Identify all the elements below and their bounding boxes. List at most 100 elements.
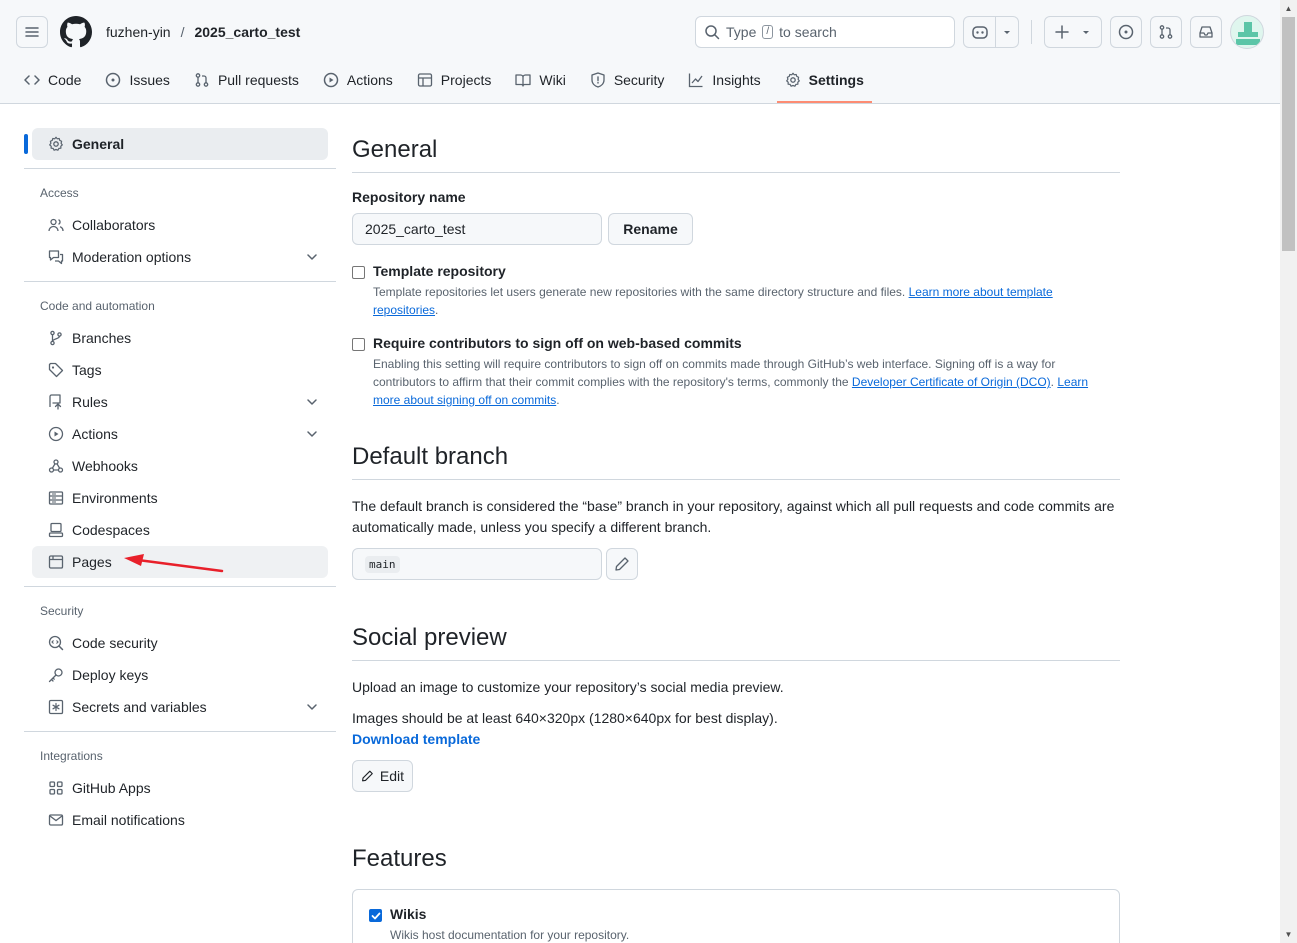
tag-icon bbox=[48, 362, 64, 378]
social-preview-size-note: Images should be at least 640×320px (128… bbox=[352, 710, 778, 726]
menu-button[interactable] bbox=[16, 16, 48, 48]
section-title-social-preview: Social preview bbox=[352, 616, 1120, 661]
sidebar-group-title: Access bbox=[40, 186, 79, 200]
sidebar-item-label: Actions bbox=[72, 426, 118, 442]
search-placeholder-suffix: to search bbox=[779, 24, 837, 40]
sidebar-item-tags[interactable]: Tags bbox=[32, 354, 328, 386]
tab-wiki[interactable]: Wiki bbox=[507, 64, 573, 96]
sidebar-item-label: Webhooks bbox=[72, 458, 138, 474]
repo-link[interactable]: 2025_carto_test bbox=[194, 24, 300, 40]
sidebar-item-collaborators[interactable]: Collaborators bbox=[32, 209, 328, 241]
tab-label: Security bbox=[613, 72, 665, 88]
mail-icon bbox=[48, 814, 64, 826]
signoff-desc-mid: . bbox=[1050, 375, 1054, 389]
copilot-button[interactable] bbox=[963, 16, 1019, 48]
sidebar-item-email-notifications[interactable]: Email notifications bbox=[32, 804, 328, 836]
git-branch-icon bbox=[50, 330, 62, 346]
avatar-icon bbox=[1236, 22, 1260, 45]
owner-link[interactable]: fuzhen-yin bbox=[106, 24, 171, 40]
inbox-icon bbox=[1199, 26, 1213, 38]
webhook-icon bbox=[48, 459, 64, 473]
search-placeholder-prefix: Type bbox=[726, 24, 757, 40]
edit-default-branch-button[interactable] bbox=[606, 548, 638, 580]
default-branch-desc: The default branch is considered the “ba… bbox=[352, 498, 1115, 535]
sidebar-item-label: Collaborators bbox=[72, 217, 156, 233]
code-icon bbox=[24, 75, 40, 85]
search-input[interactable]: Type / to search bbox=[695, 16, 955, 48]
sidebar-item-github-apps[interactable]: GitHub Apps bbox=[32, 772, 328, 804]
avatar[interactable] bbox=[1230, 15, 1264, 49]
sidebar-divider bbox=[24, 281, 336, 282]
scroll-down-arrow-icon[interactable]: ▼ bbox=[1280, 926, 1297, 943]
sidebar-group-title: Integrations bbox=[40, 749, 103, 763]
sidebar-item-deploy-keys[interactable]: Deploy keys bbox=[32, 659, 328, 691]
template-repository-desc: Template repositories let users generate… bbox=[373, 283, 1120, 319]
breadcrumb: fuzhen-yin / 2025_carto_test bbox=[106, 24, 300, 40]
wikis-title: Wikis bbox=[390, 906, 427, 922]
inbox-button[interactable] bbox=[1190, 16, 1222, 48]
sidebar-item-secrets-and-variables[interactable]: Secrets and variables bbox=[32, 691, 328, 723]
sidebar-item-actions[interactable]: Actions bbox=[32, 418, 328, 450]
download-template-link[interactable]: Download template bbox=[352, 729, 1120, 750]
chevron-down-icon bbox=[1083, 31, 1089, 34]
tab-insights[interactable]: Insights bbox=[680, 64, 768, 96]
github-logo-icon[interactable] bbox=[60, 16, 92, 48]
wikis-desc: Wikis host documentation for your reposi… bbox=[390, 928, 630, 942]
scroll-up-arrow-icon[interactable]: ▲ bbox=[1280, 0, 1297, 17]
chevron-down-icon bbox=[307, 254, 317, 260]
sidebar-item-label: Email notifications bbox=[72, 812, 185, 828]
tab-settings[interactable]: Settings bbox=[776, 64, 873, 103]
annotation-arrow bbox=[124, 554, 224, 573]
pencil-icon bbox=[362, 770, 373, 782]
rename-button[interactable]: Rename bbox=[608, 213, 693, 245]
sidebar-item-code-security[interactable]: Code security bbox=[32, 627, 328, 659]
search-icon bbox=[705, 25, 720, 40]
tab-security[interactable]: Security bbox=[582, 64, 673, 96]
tab-code[interactable]: Code bbox=[16, 64, 89, 96]
tab-projects[interactable]: Projects bbox=[409, 64, 500, 96]
create-new-button[interactable] bbox=[1044, 16, 1102, 48]
sidebar-item-label: Tags bbox=[72, 362, 102, 378]
play-icon bbox=[323, 72, 339, 88]
tab-actions[interactable]: Actions bbox=[315, 64, 401, 96]
tab-pull-requests[interactable]: Pull requests bbox=[186, 64, 307, 96]
sidebar-item-label: Code security bbox=[72, 635, 158, 651]
repo-name-input[interactable]: 2025_carto_test bbox=[352, 213, 602, 245]
sidebar-item-webhooks[interactable]: Webhooks bbox=[32, 450, 328, 482]
chevron-down-icon bbox=[1003, 31, 1010, 34]
sidebar-item-branches[interactable]: Branches bbox=[32, 322, 328, 354]
signoff-checkbox[interactable] bbox=[352, 338, 365, 351]
sidebar-item-moderation-options[interactable]: Moderation options bbox=[32, 241, 328, 273]
template-repository-checkbox[interactable] bbox=[352, 266, 365, 279]
section-title-general: General bbox=[352, 128, 1120, 173]
sidebar-item-label: Pages bbox=[72, 554, 112, 570]
header-divider bbox=[1031, 20, 1032, 44]
breadcrumb-separator: / bbox=[180, 24, 185, 40]
sidebar-item-environments[interactable]: Environments bbox=[32, 482, 328, 514]
template-desc-text: Template repositories let users generate… bbox=[373, 285, 906, 299]
tab-issues[interactable]: Issues bbox=[97, 64, 177, 96]
sidebar-item-label: General bbox=[72, 136, 125, 152]
tab-label: Code bbox=[48, 72, 82, 88]
issues-button[interactable] bbox=[1110, 16, 1142, 48]
edit-button-label: Edit bbox=[379, 768, 404, 784]
repo-push-icon bbox=[49, 394, 62, 410]
plus-icon bbox=[1055, 25, 1069, 39]
server-icon bbox=[48, 491, 64, 505]
repo-tabs: Code Issues Pull requests Actions Projec… bbox=[16, 64, 880, 104]
scroll-thumb[interactable] bbox=[1282, 17, 1295, 251]
sidebar-item-general[interactable]: General bbox=[24, 128, 328, 160]
codespaces-icon bbox=[48, 522, 64, 538]
dco-link[interactable]: Developer Certificate of Origin (DCO) bbox=[852, 375, 1051, 389]
pull-request-icon bbox=[1159, 25, 1173, 39]
wikis-checkbox[interactable] bbox=[369, 909, 382, 922]
template-repository-title: Template repository bbox=[373, 263, 506, 279]
edit-social-preview-button[interactable]: Edit bbox=[352, 760, 413, 792]
default-branch-value: main bbox=[365, 555, 400, 573]
pull-requests-button[interactable] bbox=[1150, 16, 1182, 48]
tab-label: Insights bbox=[712, 72, 761, 88]
sidebar-item-codespaces[interactable]: Codespaces bbox=[32, 514, 328, 546]
sidebar-item-rules[interactable]: Rules bbox=[32, 386, 328, 418]
page-scrollbar[interactable]: ▲ ▼ bbox=[1280, 0, 1297, 943]
sidebar-divider bbox=[24, 586, 336, 587]
